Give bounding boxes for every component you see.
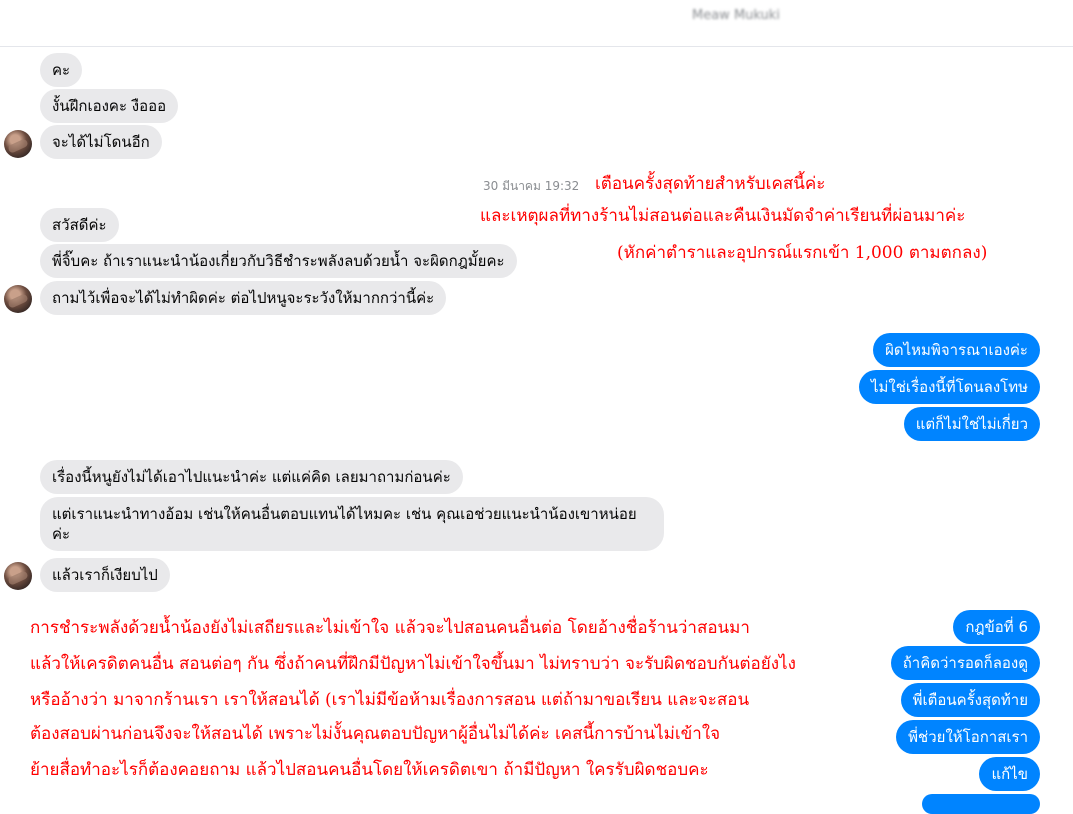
message-bubble-incoming[interactable]: แต่เราแนะนำทางอ้อม เช่นให้คนอื่นตอบแทนได…	[40, 497, 664, 551]
message-bubble-outgoing[interactable]: ไม่ใช่เรื่องนี้ที่โดนลงโทษ	[859, 370, 1040, 404]
message-bubble-outgoing[interactable]: แก้ไข	[979, 757, 1040, 791]
message-bubble-incoming[interactable]: แล้วเราก็เงียบไป	[40, 558, 170, 592]
message-bubble-outgoing[interactable]: กฎข้อที่ 6	[953, 610, 1040, 644]
annotation-line: ต้องสอบผ่านก่อนจึงจะให้สอนได้ เพราะไม่งั…	[30, 724, 721, 744]
message-bubble-incoming[interactable]: พี่จิ๊บคะ ถ้าเราแนะนำน้องเกี่ยวกับวิธีชำ…	[40, 244, 517, 278]
contact-avatar[interactable]	[4, 562, 32, 590]
message-bubble-incoming[interactable]: จะได้ไม่โดนอีก	[40, 125, 162, 159]
annotation-line: ย้ายสื่อทำอะไรก็ต้องคอยถาม แล้วไปสอนคนอื…	[30, 760, 709, 780]
message-timestamp: 30 มีนาคม 19:32	[483, 179, 580, 193]
message-bubble-outgoing[interactable]: พี่เตือนครั้งสุดท้าย	[900, 683, 1040, 717]
contact-avatar[interactable]	[4, 285, 32, 313]
message-bubble-incoming[interactable]: งั้นฝึกเองคะ งือออ	[40, 89, 179, 123]
message-bubble-incoming[interactable]: เรื่องนี้หนูยังไม่ได้เอาไปแนะนำค่ะ แต่แค…	[40, 460, 463, 494]
contact-name[interactable]: Meaw Mukuki	[692, 8, 780, 23]
annotation-line: หรืออ้างว่า มาจากร้านเรา เราให้สอนได้ (เ…	[30, 690, 750, 710]
message-bubble-outgoing[interactable]: พี่ช่วยให้โอกาสเรา	[896, 720, 1040, 754]
message-bubble-incoming[interactable]: ถามไว้เพื่อจะได้ไม่ทำผิดค่ะ ต่อไปหนูจะระ…	[40, 281, 447, 315]
message-bubble-incoming[interactable]: คะ	[40, 53, 83, 87]
annotation-line: และเหตุผลที่ทางร้านไม่สอนต่อและคืนเงินมั…	[480, 206, 966, 226]
contact-avatar[interactable]	[4, 130, 32, 158]
annotation-line: (หักค่าตำราและอุปกรณ์แรกเข้า 1,000 ตามตก…	[617, 243, 988, 263]
message-bubble-outgoing[interactable]: ถ้าคิดว่ารอดก็ลองดู	[890, 646, 1040, 680]
message-bubble-outgoing[interactable]: แต่ก็ไม่ใช่ไม่เกี่ยว	[903, 407, 1040, 441]
annotation-line: แล้วให้เครดิตคนอื่น สอนต่อๆ กัน ซึ่งถ้าค…	[30, 654, 796, 674]
message-bubble-outgoing[interactable]: ผิดไหมพิจารณาเองค่ะ	[873, 333, 1040, 367]
message-bubble-incoming[interactable]: สวัสดีค่ะ	[40, 208, 119, 242]
annotation-line: การชำระพลังด้วยน้ำน้องยังไม่เสถียรและไม่…	[30, 618, 750, 638]
message-bubble-outgoing-partial[interactable]	[922, 794, 1040, 814]
annotation-line: เตือนครั้งสุดท้ายสำหรับเคสนี้ค่ะ	[595, 174, 826, 194]
chat-header: Meaw Mukuki	[0, 0, 1073, 47]
